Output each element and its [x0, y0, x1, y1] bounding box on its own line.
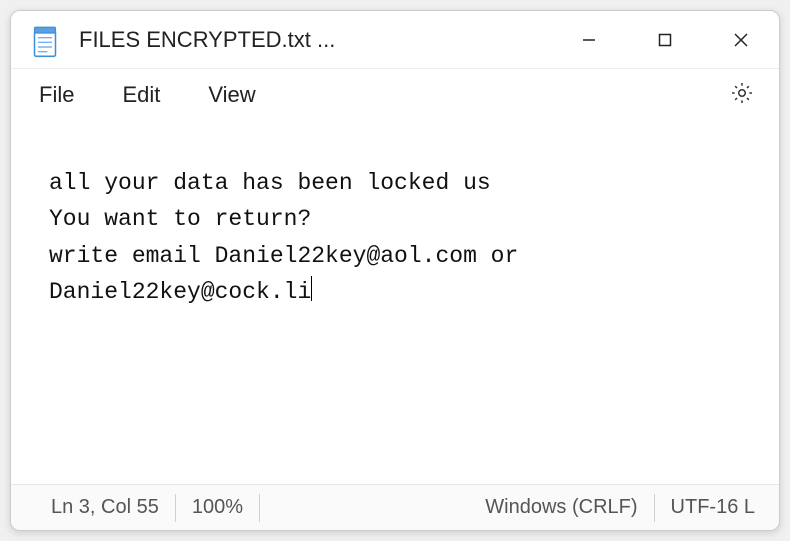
window-title: FILES ENCRYPTED.txt ...: [79, 27, 551, 53]
status-position: Ln 3, Col 55: [35, 494, 175, 522]
status-zoom[interactable]: 100%: [176, 494, 259, 522]
text-cursor: [311, 276, 312, 301]
menu-file[interactable]: File: [29, 82, 108, 108]
close-button[interactable]: [703, 11, 779, 68]
text-content[interactable]: all your data has been locked us You wan…: [11, 121, 779, 484]
minimize-button[interactable]: [551, 11, 627, 68]
window-controls: [551, 11, 779, 68]
notepad-icon: [31, 26, 59, 54]
statusbar: Ln 3, Col 55 100% Windows (CRLF) UTF-16 …: [11, 484, 779, 530]
status-separator: [259, 494, 260, 522]
status-encoding: UTF-16 L: [655, 494, 771, 522]
menubar: File Edit View: [11, 69, 779, 121]
menu-view[interactable]: View: [194, 82, 289, 108]
menu-edit[interactable]: Edit: [108, 82, 194, 108]
status-line-ending: Windows (CRLF): [469, 494, 653, 522]
notepad-window: FILES ENCRYPTED.txt ... File Edit View: [10, 10, 780, 531]
maximize-button[interactable]: [627, 11, 703, 68]
document-text: all your data has been locked us You wan…: [49, 170, 532, 305]
gear-icon: [729, 93, 755, 110]
settings-button[interactable]: [723, 74, 761, 117]
titlebar: FILES ENCRYPTED.txt ...: [11, 11, 779, 69]
